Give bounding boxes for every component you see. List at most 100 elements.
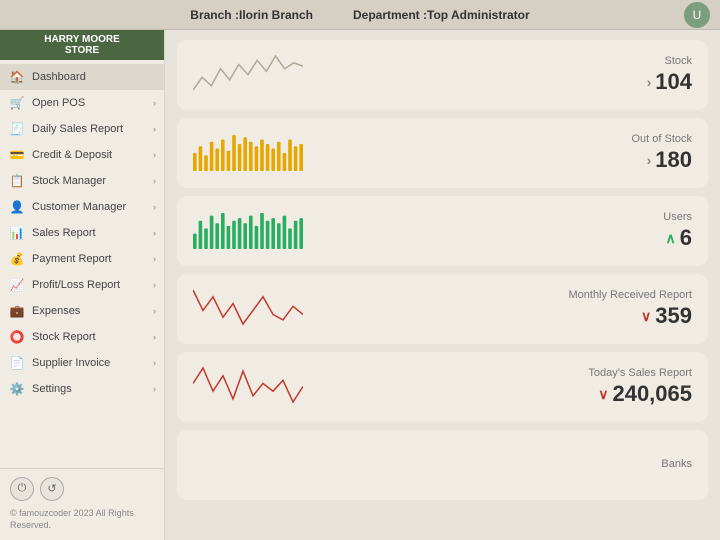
card-users[interactable]: Users ∧ 6 bbox=[177, 196, 708, 266]
card-banks[interactable]: Banks bbox=[177, 430, 708, 500]
card-chart-monthly-received bbox=[193, 287, 313, 332]
card-number-users: 6 bbox=[680, 225, 692, 251]
nav-arrow-icon: › bbox=[153, 176, 156, 186]
sidebar-item-credit-deposit[interactable]: 💳 Credit & Deposit › bbox=[0, 142, 164, 168]
card-label-out-of-stock: Out of Stock bbox=[631, 133, 692, 145]
nav-label: Credit & Deposit bbox=[32, 149, 154, 161]
department-value: Top Administrator bbox=[427, 8, 530, 22]
card-value-todays-sales: ∨ 240,065 bbox=[588, 381, 692, 407]
nav-arrow-icon: › bbox=[153, 306, 156, 316]
nav-arrow-icon: › bbox=[153, 280, 156, 290]
sidebar-footer: ⏻ ↺ © famouzcoder 2023 All Rights Reserv… bbox=[0, 468, 164, 540]
card-number-monthly-received: 359 bbox=[655, 303, 692, 329]
card-chart-banks bbox=[193, 443, 313, 488]
card-chart-stock bbox=[193, 53, 313, 98]
nav-arrow-icon: › bbox=[153, 228, 156, 238]
card-indicator-monthly-received: ∨ bbox=[641, 308, 651, 325]
sidebar-item-dashboard[interactable]: 🏠 Dashboard bbox=[0, 64, 164, 90]
card-monthly-received[interactable]: Monthly Received Report ∨ 359 bbox=[177, 274, 708, 344]
invoice-icon: 📄 bbox=[10, 356, 24, 370]
nav-label: Stock Report bbox=[32, 331, 154, 343]
nav-arrow-icon: › bbox=[153, 254, 156, 264]
card-chart-users bbox=[193, 209, 313, 254]
power-button[interactable]: ⏻ bbox=[10, 477, 34, 501]
card-value-out-of-stock: › 180 bbox=[631, 147, 692, 173]
circle-icon: ⭕ bbox=[10, 330, 24, 344]
card-label-stock: Stock bbox=[647, 55, 692, 67]
card-label-users: Users bbox=[663, 211, 692, 223]
nav-arrow-icon: › bbox=[153, 150, 156, 160]
card-chart-todays-sales bbox=[193, 365, 313, 410]
sidebar-nav: 🏠 Dashboard 🛒 Open POS › 🧾 Daily Sales R… bbox=[0, 60, 164, 468]
card-value-users: ∧ 6 bbox=[663, 225, 692, 251]
department-info: Department :Top Administrator bbox=[353, 8, 530, 22]
card-info-monthly-received: Monthly Received Report ∨ 359 bbox=[568, 289, 692, 329]
sidebar-item-settings[interactable]: ⚙️ Settings › bbox=[0, 376, 164, 402]
nav-arrow-icon: › bbox=[153, 332, 156, 342]
branch-info: Branch :Ilorin Branch bbox=[190, 8, 313, 22]
nav-label: Supplier Invoice bbox=[32, 357, 154, 369]
sidebar-item-open-pos[interactable]: 🛒 Open POS › bbox=[0, 90, 164, 116]
card-indicator-stock: › bbox=[647, 74, 652, 90]
nav-label: Stock Manager bbox=[32, 175, 154, 187]
nav-arrow-icon: › bbox=[153, 124, 156, 134]
chart-icon: 📊 bbox=[10, 226, 24, 240]
card-info-banks: Banks bbox=[661, 458, 692, 472]
sidebar-item-customer-manager[interactable]: 👤 Customer Manager › bbox=[0, 194, 164, 220]
card-info-out-of-stock: Out of Stock › 180 bbox=[631, 133, 692, 173]
nav-label: Profit/Loss Report bbox=[32, 279, 154, 291]
expense-icon: 💼 bbox=[10, 304, 24, 318]
card-stock[interactable]: Stock › 104 bbox=[177, 40, 708, 110]
card-todays-sales[interactable]: Today's Sales Report ∨ 240,065 bbox=[177, 352, 708, 422]
main-content: Stock › 104 Out of Stock › 180 Users ∧ 6 bbox=[165, 30, 720, 540]
card-number-stock: 104 bbox=[655, 69, 692, 95]
sidebar-item-stock-report[interactable]: ⭕ Stock Report › bbox=[0, 324, 164, 350]
nav-arrow-icon: › bbox=[153, 358, 156, 368]
home-icon: 🏠 bbox=[10, 70, 24, 84]
payment-icon: 💰 bbox=[10, 252, 24, 266]
nav-label: Payment Report bbox=[32, 253, 154, 265]
card-value-monthly-received: ∨ 359 bbox=[568, 303, 692, 329]
card-info-todays-sales: Today's Sales Report ∨ 240,065 bbox=[588, 367, 692, 407]
branch-label: Branch : bbox=[190, 8, 239, 22]
sidebar-item-payment-report[interactable]: 💰 Payment Report › bbox=[0, 246, 164, 272]
nav-arrow-icon: › bbox=[153, 384, 156, 394]
nav-arrow-icon: › bbox=[153, 98, 156, 108]
sidebar: HARRY MOORE STORE 🏠 Dashboard 🛒 Open POS… bbox=[0, 30, 165, 540]
receipt-icon: 🧾 bbox=[10, 122, 24, 136]
nav-label: Daily Sales Report bbox=[32, 123, 154, 135]
gear-icon: ⚙️ bbox=[10, 382, 24, 396]
card-info-users: Users ∧ 6 bbox=[663, 211, 692, 251]
branch-value: Ilorin Branch bbox=[239, 8, 313, 22]
refresh-button[interactable]: ↺ bbox=[40, 477, 64, 501]
nav-label: Customer Manager bbox=[32, 201, 154, 213]
card-chart-out-of-stock bbox=[193, 131, 313, 176]
card-number-out-of-stock: 180 bbox=[655, 147, 692, 173]
sidebar-logo: HARRY MOORE STORE bbox=[0, 30, 164, 60]
sidebar-item-expenses[interactable]: 💼 Expenses › bbox=[0, 298, 164, 324]
sidebar-item-stock-manager[interactable]: 📋 Stock Manager › bbox=[0, 168, 164, 194]
nav-label: Sales Report bbox=[32, 227, 154, 239]
card-label-banks: Banks bbox=[661, 458, 692, 470]
nav-arrow-icon: › bbox=[153, 202, 156, 212]
nav-label: Expenses bbox=[32, 305, 154, 317]
person-icon: 👤 bbox=[10, 200, 24, 214]
sidebar-item-supplier-invoice[interactable]: 📄 Supplier Invoice › bbox=[0, 350, 164, 376]
card-indicator-out-of-stock: › bbox=[647, 152, 652, 168]
profit-icon: 📈 bbox=[10, 278, 24, 292]
footer-text: © famouzcoder 2023 All Rights Reserved. bbox=[10, 507, 154, 532]
sidebar-item-daily-sales[interactable]: 🧾 Daily Sales Report › bbox=[0, 116, 164, 142]
card-label-todays-sales: Today's Sales Report bbox=[588, 367, 692, 379]
card-indicator-users: ∧ bbox=[666, 230, 676, 247]
nav-label: Settings bbox=[32, 383, 154, 395]
card-number-todays-sales: 240,065 bbox=[612, 381, 692, 407]
nav-label: Open POS bbox=[32, 97, 154, 109]
sidebar-item-profit-loss[interactable]: 📈 Profit/Loss Report › bbox=[0, 272, 164, 298]
card-indicator-todays-sales: ∨ bbox=[598, 386, 608, 403]
card-icon: 💳 bbox=[10, 148, 24, 162]
cart-icon: 🛒 bbox=[10, 96, 24, 110]
sidebar-item-sales-report[interactable]: 📊 Sales Report › bbox=[0, 220, 164, 246]
card-out-of-stock[interactable]: Out of Stock › 180 bbox=[177, 118, 708, 188]
card-info-stock: Stock › 104 bbox=[647, 55, 692, 95]
avatar[interactable]: U bbox=[684, 2, 710, 28]
